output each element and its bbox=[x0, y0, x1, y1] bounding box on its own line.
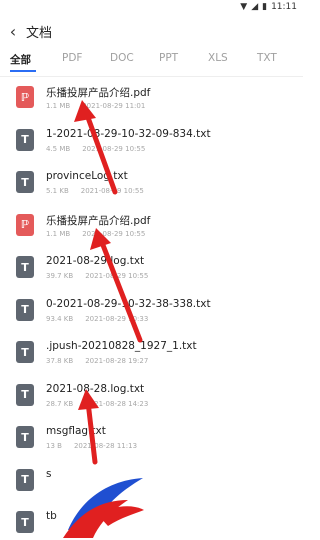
list-item[interactable]: ℙ 乐播投屏产品介绍.pdf 1.1 MB 2021-08-29 10:55 bbox=[0, 206, 303, 249]
active-tab-indicator bbox=[10, 70, 36, 72]
file-meta: 28.7 KB 2021-08-28 14:23 bbox=[46, 400, 148, 408]
file-name: 乐播投屏产品介绍.pdf bbox=[46, 87, 151, 99]
file-size: 4.5 MB bbox=[46, 144, 71, 153]
list-item[interactable]: T s bbox=[0, 461, 303, 504]
wifi-icon: ▼ bbox=[240, 2, 248, 12]
file-meta: 5.1 KB 2021-08-29 10:55 bbox=[46, 187, 144, 195]
file-meta: 13 B 2021-08-28 11:13 bbox=[46, 442, 137, 450]
tab-ppt[interactable]: PPT bbox=[159, 52, 178, 64]
file-date: 2021-08-29 10:55 bbox=[82, 144, 146, 153]
txt-icon: T bbox=[16, 171, 34, 193]
file-meta: 4.5 MB 2021-08-29 10:55 bbox=[46, 145, 145, 153]
file-size: 5.1 KB bbox=[46, 187, 69, 195]
file-date: 2021-08-28 11:13 bbox=[73, 442, 138, 450]
file-name: 1-2021-08-29-10-32-09-834.txt bbox=[46, 127, 211, 140]
file-date: 2021-08-29 10:55 bbox=[82, 229, 146, 238]
txt-icon: T bbox=[16, 256, 34, 278]
file-type-tabs: 全部 PDF DOC PPT XLS TXT bbox=[0, 48, 303, 72]
status-bar: ▼ ◢ ▮ 11:11 bbox=[0, 0, 303, 16]
signal-icon: ◢ bbox=[251, 2, 259, 12]
file-name: 2021-08-28.log.txt bbox=[46, 382, 145, 395]
file-size: 1.1 MB bbox=[46, 102, 71, 110]
list-item[interactable]: T msgflag.txt 13 B 2021-08-28 11:13 bbox=[0, 418, 303, 461]
file-list: ℙ 乐播投屏产品介绍.pdf 1.1 MB 2021-08-29 11:01 T … bbox=[0, 78, 303, 540]
file-size: 28.7 KB bbox=[46, 399, 74, 408]
back-arrow-icon[interactable]: ‹ bbox=[0, 16, 26, 46]
file-meta: 1.1 MB 2021-08-29 10:55 bbox=[46, 230, 145, 238]
tab-all[interactable]: 全部 bbox=[10, 52, 31, 67]
divider bbox=[0, 76, 303, 77]
file-size: 37.8 KB bbox=[46, 357, 74, 365]
status-icons: ▼ ◢ ▮ 11:11 bbox=[240, 2, 297, 12]
file-size: 93.4 KB bbox=[46, 314, 74, 323]
file-date: 2021-08-29 10:33 bbox=[85, 314, 149, 323]
txt-icon: T bbox=[16, 426, 34, 448]
tab-xls[interactable]: XLS bbox=[208, 52, 228, 64]
file-meta: 37.8 KB 2021-08-28 19:27 bbox=[46, 357, 148, 365]
tab-doc[interactable]: DOC bbox=[110, 52, 134, 64]
file-name: 0-2021-08-29-10-32-38-338.txt bbox=[46, 297, 211, 310]
txt-icon: T bbox=[16, 298, 34, 321]
txt-icon: T bbox=[16, 468, 34, 491]
list-item[interactable]: T provinceLog.txt 5.1 KB 2021-08-29 10:55 bbox=[0, 163, 303, 206]
watermark-logo-icon bbox=[63, 478, 144, 538]
list-item[interactable]: T 2021-08-29.log.txt 39.7 KB 2021-08-29 1… bbox=[0, 248, 303, 291]
list-item[interactable]: T tb bbox=[0, 503, 303, 540]
file-name: tb bbox=[46, 510, 57, 522]
file-date: 2021-08-29 10:55 bbox=[85, 272, 149, 280]
txt-icon: T bbox=[16, 128, 34, 151]
file-name: provinceLog.txt bbox=[46, 170, 128, 182]
file-date: 2021-08-29 11:01 bbox=[82, 102, 146, 110]
list-item[interactable]: ℙ 乐播投屏产品介绍.pdf 1.1 MB 2021-08-29 11:01 bbox=[0, 78, 303, 121]
app-bar: ‹ 文档 bbox=[0, 16, 303, 46]
list-item[interactable]: T 2021-08-28.log.txt 28.7 KB 2021-08-28 1… bbox=[0, 376, 303, 419]
file-date: 2021-08-28 14:23 bbox=[85, 399, 149, 408]
pdf-icon: ℙ bbox=[16, 86, 34, 108]
list-item[interactable]: T 1-2021-08-29-10-32-09-834.txt 4.5 MB 20… bbox=[0, 121, 303, 164]
file-date: 2021-08-29 10:55 bbox=[80, 187, 144, 195]
file-name: s bbox=[46, 467, 52, 480]
file-size: 39.7 KB bbox=[46, 272, 74, 280]
pdf-icon: ℙ bbox=[16, 213, 34, 236]
file-name: 2021-08-29.log.txt bbox=[46, 255, 145, 267]
file-name: 乐播投屏产品介绍.pdf bbox=[46, 214, 151, 227]
status-time: 11:11 bbox=[271, 2, 297, 12]
file-name: .jpush-20210828_1927_1.txt bbox=[46, 340, 197, 352]
file-size: 1.1 MB bbox=[46, 229, 71, 238]
list-item[interactable]: T 0-2021-08-29-10-32-38-338.txt 93.4 KB 2… bbox=[0, 291, 303, 334]
file-date: 2021-08-28 19:27 bbox=[85, 357, 149, 365]
file-meta: 1.1 MB 2021-08-29 11:01 bbox=[46, 102, 145, 110]
battery-icon: ▮ bbox=[262, 2, 268, 12]
file-meta: 93.4 KB 2021-08-29 10:33 bbox=[46, 315, 148, 323]
list-item[interactable]: T .jpush-20210828_1927_1.txt 37.8 KB 2021… bbox=[0, 333, 303, 376]
tab-txt[interactable]: TXT bbox=[257, 52, 277, 64]
file-size: 13 B bbox=[46, 442, 62, 450]
txt-icon: T bbox=[16, 511, 34, 533]
txt-icon: T bbox=[16, 383, 34, 406]
file-meta: 39.7 KB 2021-08-29 10:55 bbox=[46, 272, 148, 280]
tab-pdf[interactable]: PDF bbox=[62, 52, 82, 64]
file-name: msgflag.txt bbox=[46, 425, 106, 437]
txt-icon: T bbox=[16, 341, 34, 363]
page-title: 文档 bbox=[26, 25, 53, 41]
